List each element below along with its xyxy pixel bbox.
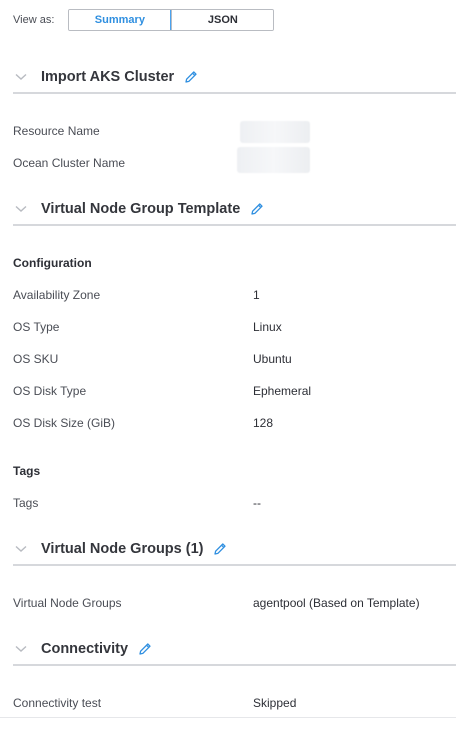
field-label: Tags [13, 496, 39, 510]
configuration-heading: Configuration [13, 256, 92, 270]
field-value: -- [253, 496, 261, 510]
chevron-down-icon[interactable] [13, 201, 29, 217]
config-row-os-sku: OS SKU Ubuntu [13, 350, 456, 368]
redacted-value [240, 121, 310, 143]
config-row-os-disk-size: OS Disk Size (GiB) 128 [13, 414, 456, 432]
pencil-icon[interactable] [250, 201, 266, 217]
pencil-icon[interactable] [138, 641, 154, 657]
field-label: Connectivity test [13, 696, 102, 710]
view-toggle: Summary JSON [68, 9, 275, 31]
field-value: Skipped [253, 696, 297, 710]
ocean-cluster-name-row: Ocean Cluster Name [13, 154, 456, 172]
view-as-control: View as: Summary JSON [13, 9, 275, 31]
view-as-label: View as: [13, 14, 55, 26]
field-label: Ocean Cluster Name [13, 156, 126, 170]
redacted-value [237, 147, 310, 173]
pencil-icon[interactable] [213, 541, 229, 557]
chevron-down-icon[interactable] [13, 541, 29, 557]
field-value: Ephemeral [253, 384, 312, 398]
chevron-down-icon[interactable] [13, 641, 29, 657]
field-value: Ubuntu [253, 352, 292, 366]
summary-view-button[interactable]: Summary [69, 10, 172, 30]
field-value: 1 [253, 288, 260, 302]
resource-name-row: Resource Name [13, 122, 456, 140]
field-label: OS Disk Type [13, 384, 87, 398]
field-label: Resource Name [13, 124, 100, 138]
vng-row: Virtual Node Groups agentpool (Based on … [13, 594, 456, 612]
section-title: Import AKS Cluster [41, 69, 175, 85]
section-title: Virtual Node Group Template [41, 201, 241, 217]
field-label: OS Disk Size (GiB) [13, 416, 116, 430]
section-import-aks-cluster: Import AKS Cluster [13, 62, 456, 94]
config-row-os-type: OS Type Linux [13, 318, 456, 336]
json-view-button[interactable]: JSON [171, 10, 274, 30]
field-label: OS Type [13, 320, 60, 334]
bottom-divider [0, 717, 456, 718]
chevron-down-icon[interactable] [13, 69, 29, 85]
config-row-availability-zone: Availability Zone 1 [13, 286, 456, 304]
section-title: Virtual Node Groups (1) [41, 541, 204, 557]
field-label: Availability Zone [13, 288, 101, 302]
field-value: Linux [253, 320, 282, 334]
field-value: 128 [253, 416, 274, 430]
field-value: agentpool (Based on Template) [253, 596, 420, 610]
section-title: Connectivity [41, 641, 129, 657]
section-vng-template: Virtual Node Group Template [13, 194, 456, 226]
config-row-os-disk-type: OS Disk Type Ephemeral [13, 382, 456, 400]
connectivity-test-row: Connectivity test Skipped [13, 694, 456, 712]
section-virtual-node-groups: Virtual Node Groups (1) [13, 534, 456, 566]
tags-heading: Tags [13, 464, 41, 478]
field-label: Virtual Node Groups [13, 596, 122, 610]
tags-row: Tags -- [13, 494, 456, 512]
pencil-icon[interactable] [184, 69, 200, 85]
section-connectivity: Connectivity [13, 634, 456, 666]
field-label: OS SKU [13, 352, 59, 366]
